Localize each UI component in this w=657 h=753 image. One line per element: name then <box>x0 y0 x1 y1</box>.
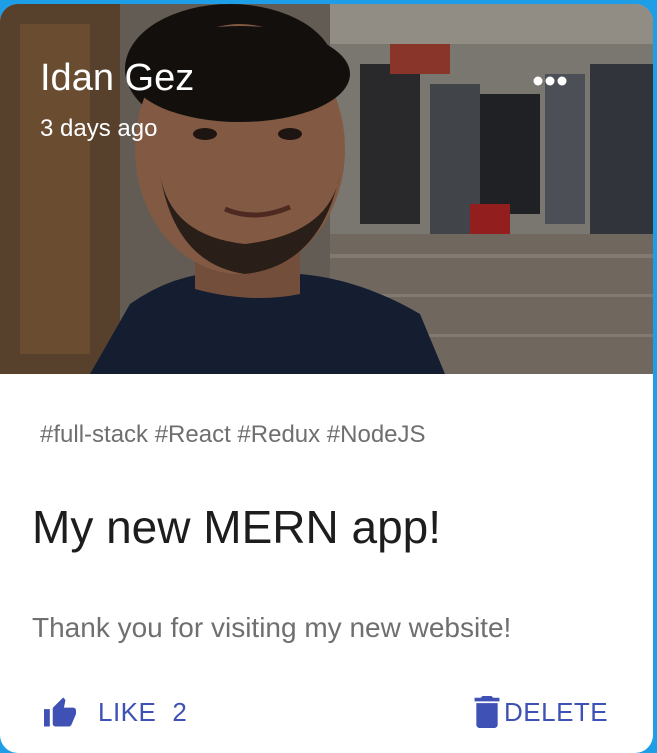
like-button[interactable]: LIKE 2 <box>42 690 187 734</box>
like-count: 2 <box>172 696 188 727</box>
post-card: Idan Gez 3 days ago #full-stack #React #… <box>0 4 653 753</box>
post-message: Thank you for visiting my new website! <box>32 612 512 643</box>
delete-button[interactable]: DELETE <box>474 690 608 734</box>
post-timestamp: 3 days ago <box>40 115 158 142</box>
like-label: LIKE <box>98 696 157 727</box>
author-name: Idan Gez <box>40 57 195 99</box>
delete-label: DELETE <box>504 696 609 727</box>
more-options-button[interactable] <box>528 66 572 96</box>
post-image: Idan Gez 3 days ago <box>0 4 653 374</box>
post-title: My new MERN app! <box>32 501 442 553</box>
more-horiz-icon <box>533 76 567 86</box>
trash-icon <box>474 696 500 728</box>
post-tags: #full-stack #React #Redux #NodeJS <box>40 421 426 448</box>
thumb-up-icon <box>42 696 78 728</box>
